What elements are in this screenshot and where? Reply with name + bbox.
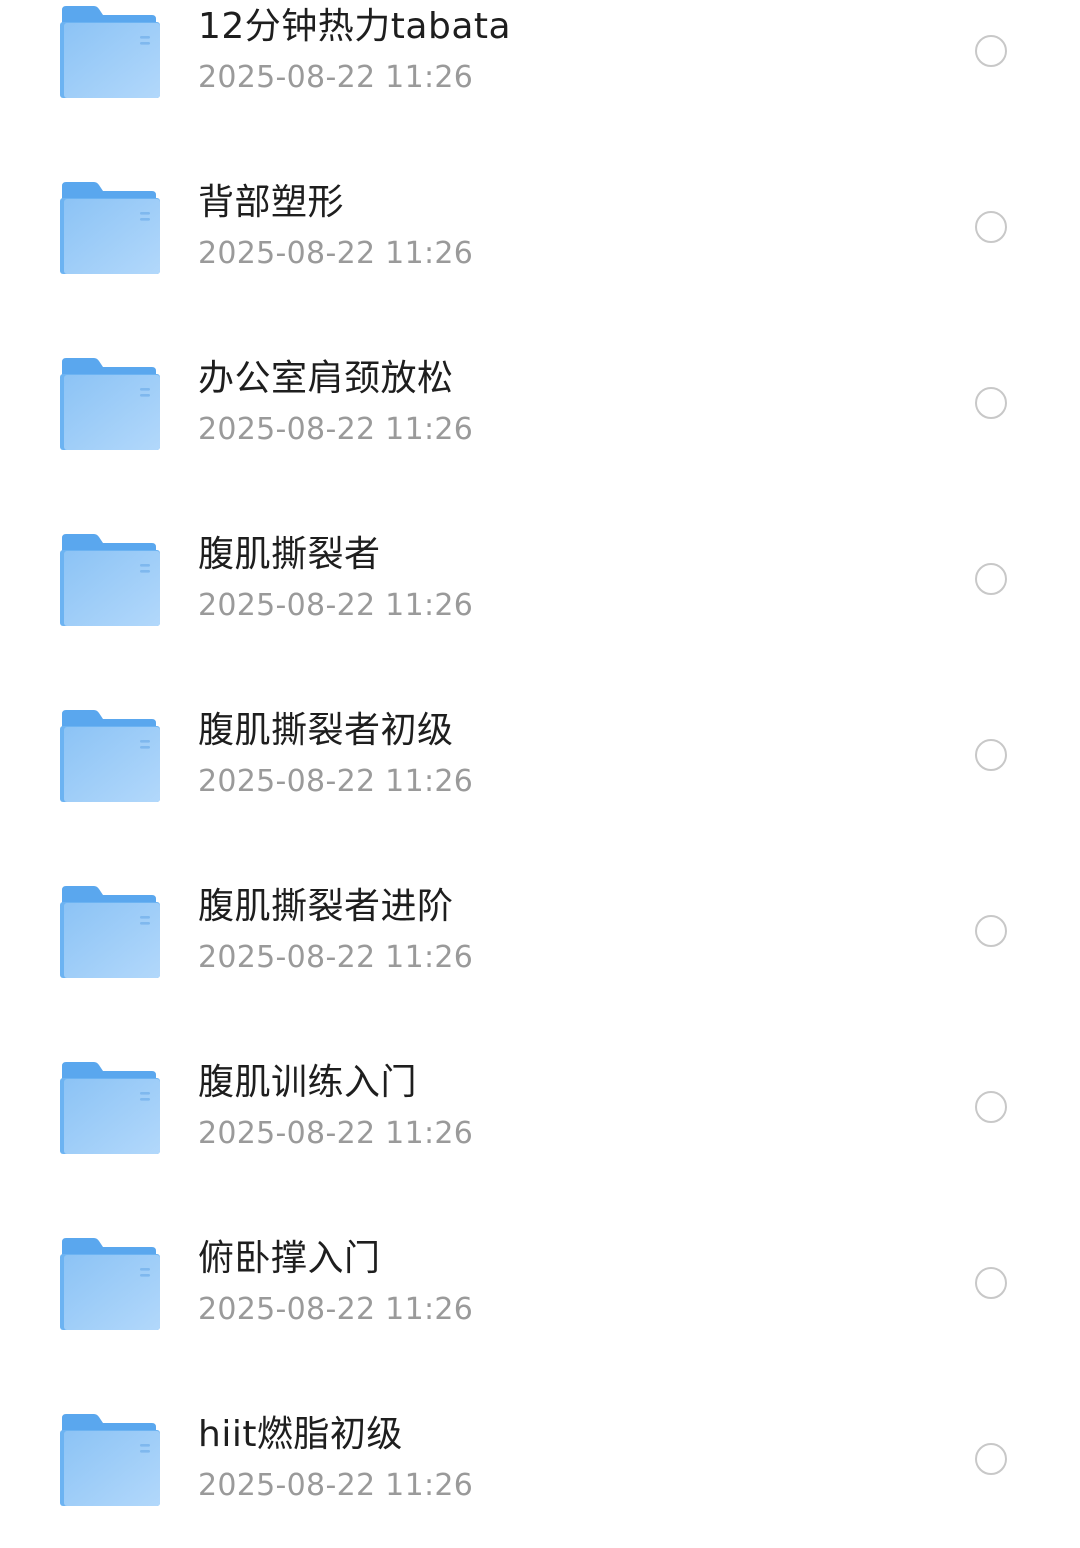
folder-icon	[60, 534, 160, 626]
folder-date: 2025-08-22 11:26	[198, 412, 474, 447]
folder-icon	[60, 358, 160, 450]
folder-name: 腹肌训练入门	[198, 1062, 418, 1103]
folder-list: 12分钟热力tabata 2025-08-22 11:26 背部塑形 2025-…	[0, 0, 1080, 1548]
folder-list-item[interactable]: 俯卧撑入门 2025-08-22 11:26	[0, 1196, 1080, 1372]
folder-date: 2025-08-22 11:26	[198, 764, 474, 799]
folder-list-item[interactable]: 腹肌撕裂者 2025-08-22 11:26	[0, 492, 1080, 668]
select-radio[interactable]	[975, 211, 1007, 243]
select-radio[interactable]	[975, 387, 1007, 419]
folder-date: 2025-08-22 11:26	[198, 1292, 474, 1327]
folder-icon	[60, 6, 160, 98]
folder-name: 办公室肩颈放松	[198, 358, 454, 399]
select-radio[interactable]	[975, 1091, 1007, 1123]
folder-name: 腹肌撕裂者	[198, 534, 381, 575]
folder-list-item[interactable]: 12分钟热力tabata 2025-08-22 11:26	[0, 0, 1080, 140]
select-radio[interactable]	[975, 1443, 1007, 1475]
folder-name: hiit燃脂初级	[198, 1414, 403, 1455]
select-radio[interactable]	[975, 739, 1007, 771]
folder-icon	[60, 1238, 160, 1330]
select-radio[interactable]	[975, 35, 1007, 67]
select-radio[interactable]	[975, 1267, 1007, 1299]
folder-date: 2025-08-22 11:26	[198, 1116, 474, 1151]
folder-list-item[interactable]: 办公室肩颈放松 2025-08-22 11:26	[0, 316, 1080, 492]
folder-date: 2025-08-22 11:26	[198, 588, 474, 623]
folder-list-item[interactable]: 腹肌撕裂者进阶 2025-08-22 11:26	[0, 844, 1080, 1020]
folder-icon	[60, 886, 160, 978]
folder-icon	[60, 182, 160, 274]
select-radio[interactable]	[975, 563, 1007, 595]
folder-icon	[60, 1414, 160, 1506]
select-radio[interactable]	[975, 915, 1007, 947]
folder-name: 腹肌撕裂者进阶	[198, 886, 454, 927]
folder-list-item[interactable]: 腹肌撕裂者初级 2025-08-22 11:26	[0, 668, 1080, 844]
folder-date: 2025-08-22 11:26	[198, 1468, 474, 1503]
folder-list-item[interactable]: 腹肌训练入门 2025-08-22 11:26	[0, 1020, 1080, 1196]
folder-icon	[60, 710, 160, 802]
folder-date: 2025-08-22 11:26	[198, 940, 474, 975]
folder-icon	[60, 1062, 160, 1154]
folder-name: 俯卧撑入门	[198, 1238, 381, 1279]
folder-name: 背部塑形	[198, 182, 345, 223]
folder-name: 腹肌撕裂者初级	[198, 710, 454, 751]
folder-list-item[interactable]: 背部塑形 2025-08-22 11:26	[0, 140, 1080, 316]
folder-date: 2025-08-22 11:26	[198, 236, 474, 271]
folder-name: 12分钟热力tabata	[198, 6, 512, 47]
folder-date: 2025-08-22 11:26	[198, 60, 474, 95]
folder-list-item[interactable]: hiit燃脂初级 2025-08-22 11:26	[0, 1372, 1080, 1548]
